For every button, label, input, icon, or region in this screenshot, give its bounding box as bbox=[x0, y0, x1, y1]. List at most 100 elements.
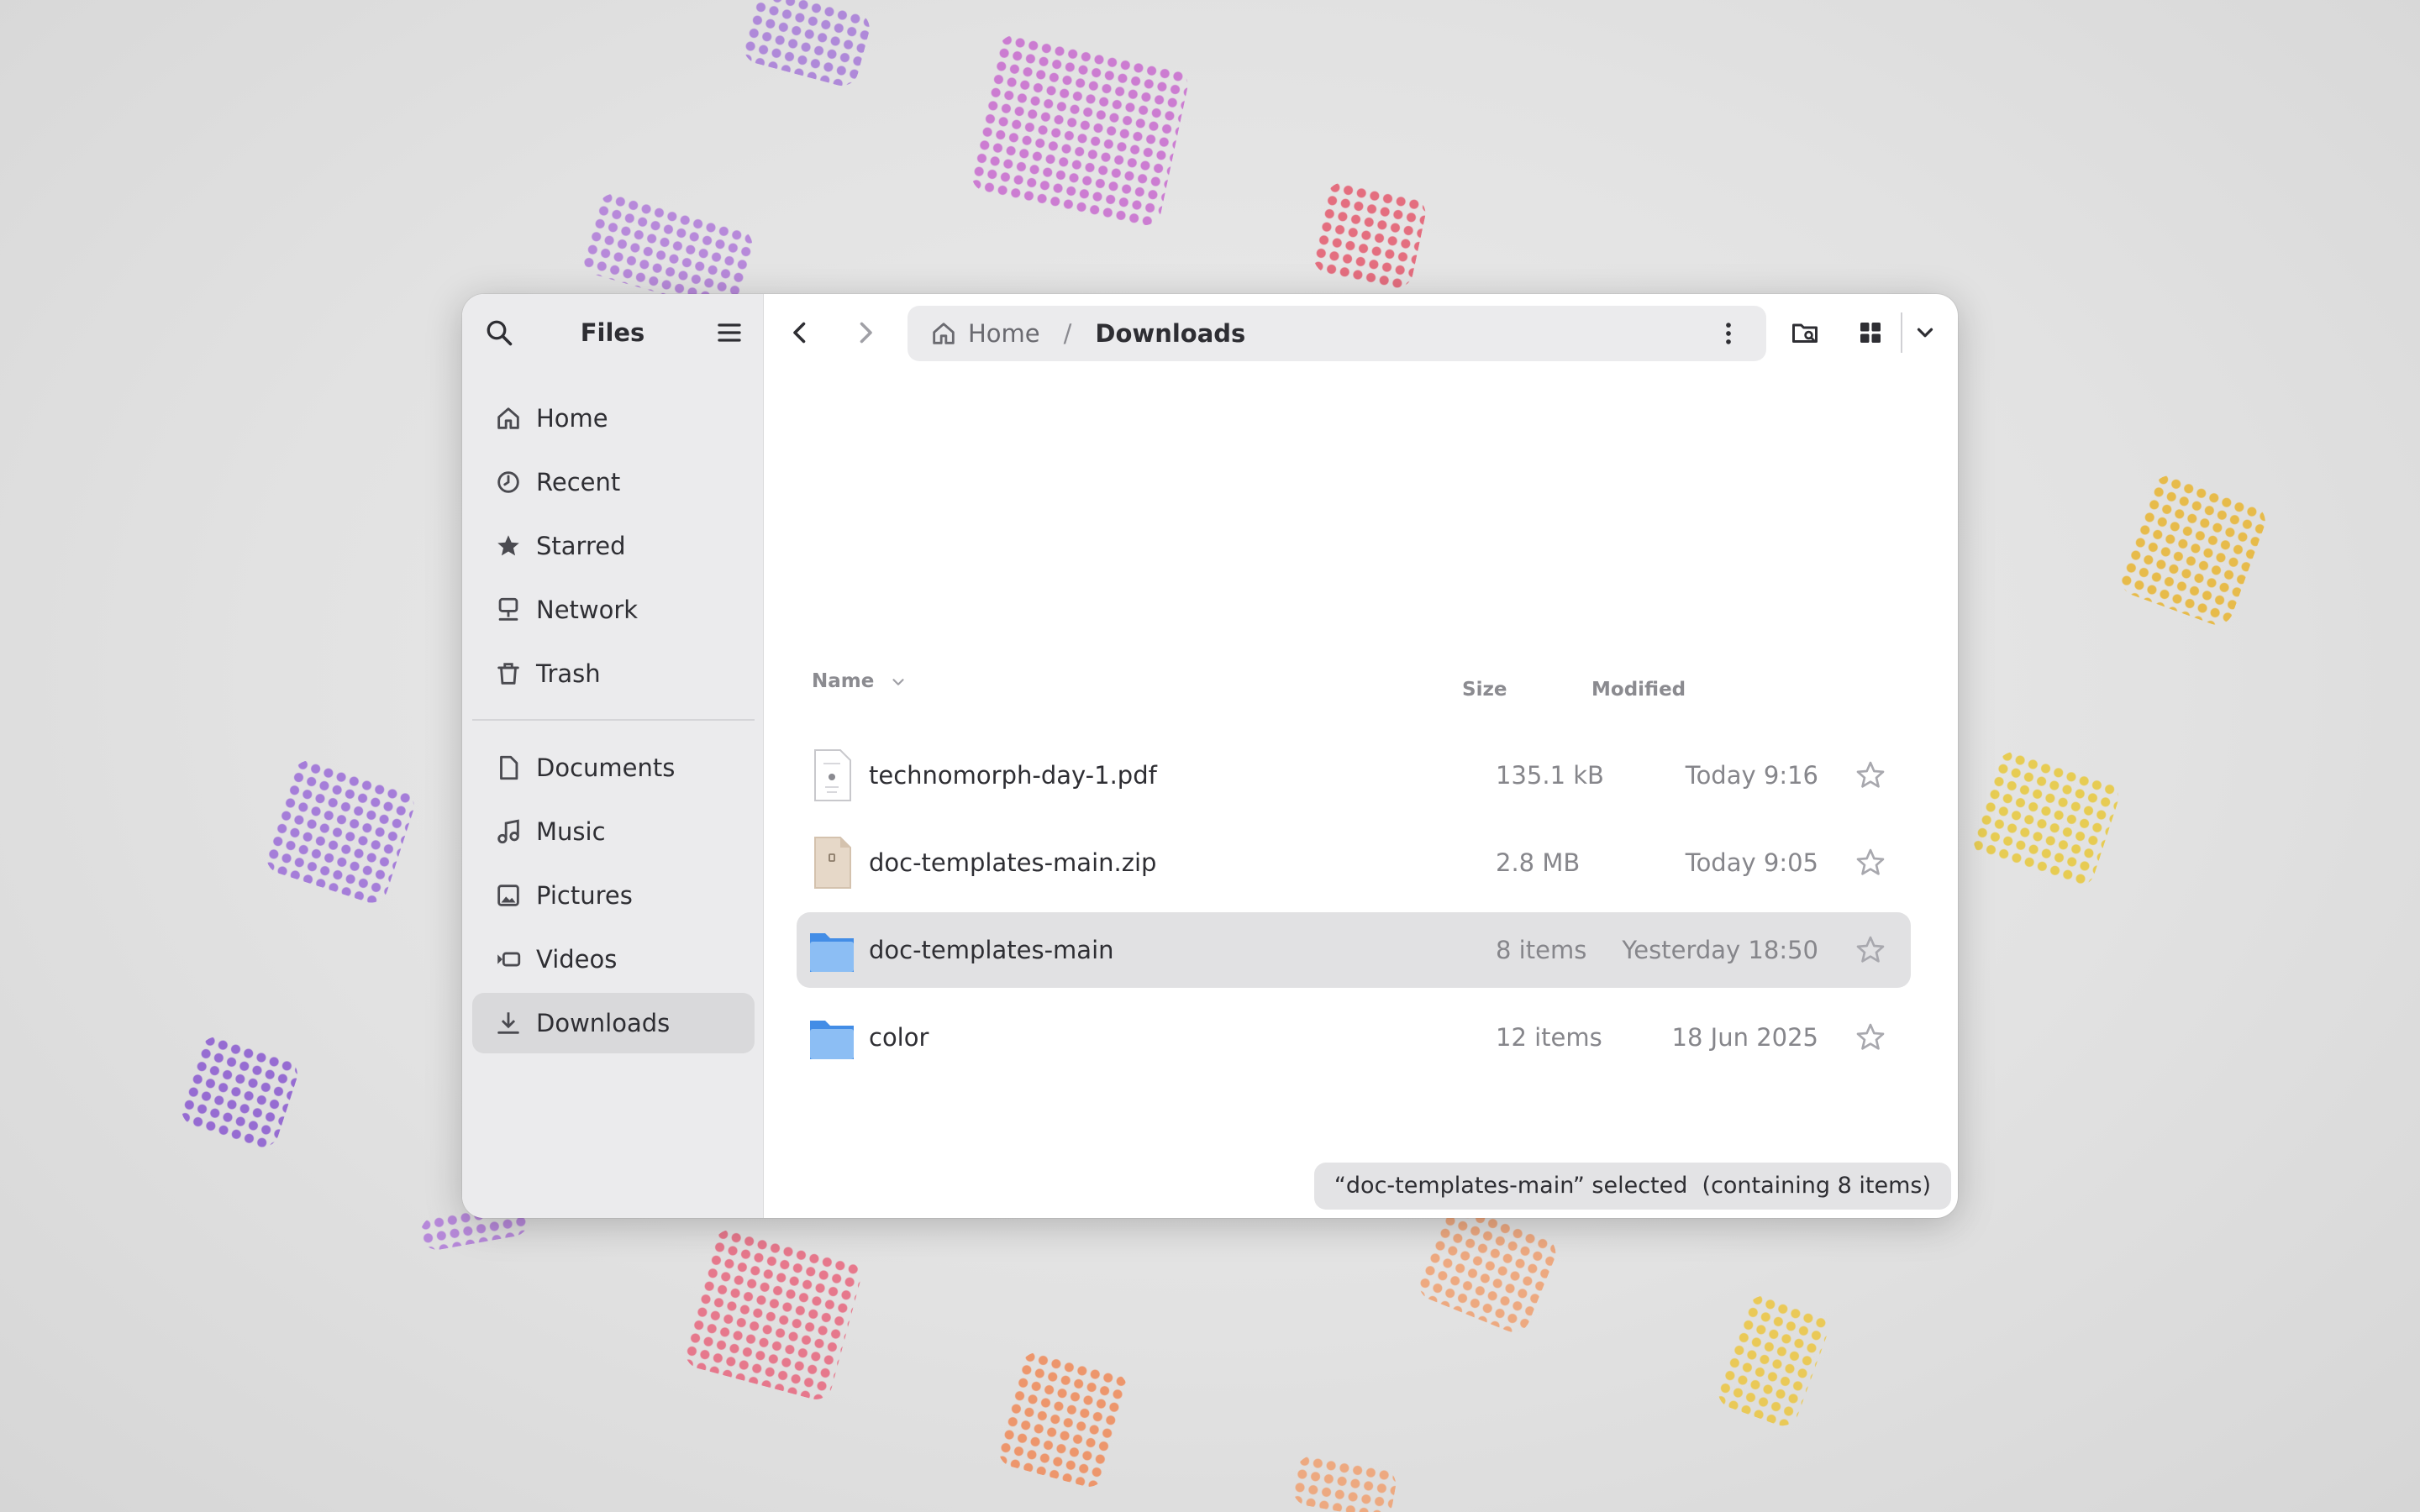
selection-status: “doc-templates-main” selected (containin… bbox=[1313, 1163, 1951, 1210]
file-modified: Yesterday 18:50 bbox=[1622, 936, 1818, 964]
sidebar-item-label: Home bbox=[536, 404, 608, 433]
wallpaper-pattern bbox=[681, 1226, 865, 1404]
sidebar-item-label: Videos bbox=[536, 945, 618, 974]
file-modified: 18 Jun 2025 bbox=[1671, 1023, 1818, 1052]
star-outline-icon[interactable] bbox=[1854, 846, 1887, 879]
places-list: Home Recent Starred Network Trash Docume… bbox=[472, 388, 755, 1057]
file-row[interactable]: color 12 items 18 Jun 2025 bbox=[797, 1000, 1911, 1075]
column-size-label: Size bbox=[1462, 679, 1507, 701]
wallpaper-pattern bbox=[995, 1348, 1131, 1491]
file-size: 2.8 MB bbox=[1496, 848, 1581, 877]
main-content: Home / Downloads Name Size Modified tech… bbox=[763, 294, 1958, 1218]
chevron-left-icon bbox=[793, 322, 806, 344]
home-icon bbox=[933, 323, 955, 344]
search-button[interactable] bbox=[472, 306, 526, 360]
file-name: doc-templates-main bbox=[869, 936, 1114, 964]
download-icon bbox=[494, 1009, 523, 1037]
main-menu-button[interactable] bbox=[702, 306, 756, 360]
file-name: color bbox=[869, 1023, 929, 1052]
sidebar-item-pictures[interactable]: Pictures bbox=[472, 865, 755, 926]
wallpaper-pattern bbox=[176, 1032, 302, 1152]
picture-icon bbox=[494, 881, 523, 910]
sidebar-item-label: Network bbox=[536, 596, 639, 624]
file-modified: Today 9:16 bbox=[1685, 761, 1818, 790]
hamburger-menu-icon bbox=[718, 323, 741, 342]
search-in-folder-button[interactable] bbox=[1778, 306, 1832, 360]
wallpaper-pattern bbox=[1310, 179, 1429, 291]
chevron-down-icon bbox=[1917, 328, 1933, 338]
file-size: 8 items bbox=[1496, 936, 1587, 964]
sidebar-item-starred[interactable]: Starred bbox=[472, 516, 755, 576]
back-button[interactable] bbox=[773, 306, 827, 360]
wallpaper-pattern bbox=[968, 32, 1192, 228]
forward-button[interactable] bbox=[839, 306, 892, 360]
sidebar-item-videos[interactable]: Videos bbox=[472, 929, 755, 990]
file-modified: Today 9:05 bbox=[1685, 848, 1818, 877]
archive-file-icon bbox=[814, 837, 851, 889]
wallpaper-pattern bbox=[2116, 470, 2270, 630]
column-header-modified[interactable]: Modified bbox=[1591, 679, 1686, 701]
breadcrumb-home-label: Home bbox=[968, 319, 1040, 348]
folder-search-icon bbox=[1792, 323, 1818, 343]
file-row-selected[interactable]: doc-templates-main 8 items Yesterday 18:… bbox=[797, 912, 1911, 988]
column-modified-label: Modified bbox=[1591, 679, 1686, 701]
sort-descending-icon bbox=[892, 678, 904, 685]
document-icon bbox=[494, 753, 523, 782]
sidebar-item-network[interactable]: Network bbox=[472, 580, 755, 640]
sidebar-item-documents[interactable]: Documents bbox=[472, 738, 755, 798]
pdf-file-icon bbox=[814, 749, 851, 801]
search-icon bbox=[487, 320, 513, 346]
sidebar-item-recent[interactable]: Recent bbox=[472, 452, 755, 512]
wallpaper-pattern bbox=[1413, 1200, 1561, 1337]
folder-icon bbox=[810, 933, 854, 972]
wallpaper-pattern bbox=[1290, 1453, 1399, 1512]
file-row[interactable]: technomorph-day-1.pdf 135.1 kB Today 9:1… bbox=[797, 738, 1911, 813]
sidebar-item-label: Starred bbox=[536, 532, 626, 560]
sidebar-item-home[interactable]: Home bbox=[472, 388, 755, 449]
sidebar-item-label: Music bbox=[536, 817, 606, 846]
file-row[interactable]: doc-templates-main.zip 2.8 MB Today 9:05 bbox=[797, 825, 1911, 900]
wallpaper-pattern bbox=[739, 0, 874, 90]
star-icon bbox=[494, 532, 523, 560]
file-size: 135.1 kB bbox=[1496, 761, 1604, 790]
sidebar-item-trash[interactable]: Trash bbox=[472, 643, 755, 704]
sidebar-item-downloads[interactable]: Downloads bbox=[472, 993, 755, 1053]
sidebar-item-label: Trash bbox=[536, 659, 601, 688]
star-outline-icon[interactable] bbox=[1854, 933, 1887, 967]
file-list: technomorph-day-1.pdf 135.1 kB Today 9:1… bbox=[797, 738, 1911, 1087]
wallpaper-pattern bbox=[1969, 748, 2123, 890]
video-icon bbox=[494, 945, 523, 974]
sidebar-item-label: Downloads bbox=[536, 1009, 671, 1037]
sidebar-header: Files bbox=[462, 294, 763, 371]
home-icon bbox=[494, 404, 523, 433]
wallpaper-pattern bbox=[1713, 1291, 1833, 1431]
view-options-dropdown[interactable] bbox=[1904, 306, 1946, 360]
breadcrumb-separator: / bbox=[1063, 319, 1072, 348]
folder-menu-button[interactable] bbox=[1702, 307, 1754, 360]
trash-icon bbox=[494, 659, 523, 688]
network-icon bbox=[494, 596, 523, 624]
path-bar: Home / Downloads bbox=[908, 306, 1766, 361]
vertical-dots-icon bbox=[1726, 323, 1731, 344]
column-header-name[interactable]: Name bbox=[812, 670, 908, 692]
breadcrumb-home[interactable]: Home bbox=[929, 319, 1040, 348]
folder-icon bbox=[810, 1021, 854, 1059]
wallpaper-pattern bbox=[262, 756, 418, 907]
breadcrumb-current[interactable]: Downloads bbox=[1095, 319, 1245, 348]
star-outline-icon[interactable] bbox=[1854, 759, 1887, 792]
star-outline-icon[interactable] bbox=[1854, 1021, 1887, 1054]
header-bar: Home / Downloads bbox=[763, 294, 1958, 371]
column-header-size[interactable]: Size bbox=[1462, 679, 1507, 701]
files-window: Files Home Recent Starred Network Trash … bbox=[462, 294, 1958, 1218]
view-button-divider bbox=[1901, 312, 1902, 353]
file-name: doc-templates-main.zip bbox=[869, 848, 1157, 877]
app-title: Files bbox=[580, 318, 645, 347]
grid-view-icon bbox=[1860, 323, 1881, 343]
sidebar-item-music[interactable]: Music bbox=[472, 801, 755, 862]
sidebar-item-label: Documents bbox=[536, 753, 676, 782]
grid-view-button[interactable] bbox=[1844, 306, 1897, 360]
column-name-label: Name bbox=[812, 670, 875, 692]
sidebar: Files Home Recent Starred Network Trash … bbox=[462, 294, 764, 1218]
sidebar-separator bbox=[472, 719, 755, 721]
clock-icon bbox=[494, 468, 523, 496]
